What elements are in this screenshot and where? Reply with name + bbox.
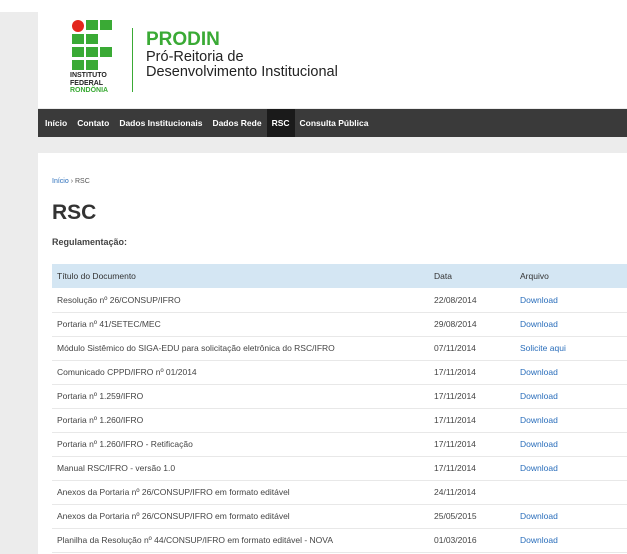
logo-red-dot	[72, 20, 84, 32]
download-link[interactable]: Solicite aqui	[520, 343, 566, 353]
document-title-cell: Portaria nº 1.260/IFRO	[52, 408, 429, 433]
document-date-cell: 17/11/2014	[429, 384, 515, 409]
document-date-cell: 01/03/2016	[429, 528, 515, 553]
page-title: RSC	[52, 201, 97, 224]
table-row: Planilha da Resolução nº 44/CONSUP/IFRO …	[52, 528, 627, 553]
table-row: Comunicado CPPD/IFRO nº 01/2014 17/11/201…	[52, 360, 627, 385]
download-link[interactable]: Download	[520, 463, 558, 473]
table-row: Módulo Sistêmico do SIGA-EDU para solici…	[52, 336, 627, 361]
nav-item-dados-rede[interactable]: Dados Rede	[207, 109, 266, 137]
table-header-row: Título do Documento Data Arquivo	[52, 264, 627, 288]
table-row: Portaria nº 41/SETEC/MEC 29/08/2014 Downlo…	[52, 312, 627, 337]
document-title-cell: Portaria nº 1.260/IFRO - Retificação	[52, 432, 429, 457]
document-date-cell: 17/11/2014	[429, 408, 515, 433]
download-link[interactable]: Download	[520, 367, 558, 377]
document-file-cell: Download	[515, 432, 627, 457]
table-row: Manual RSC/IFRO - versão 1.0 17/11/2014 Do…	[52, 456, 627, 481]
document-date-cell: 17/11/2014	[429, 432, 515, 457]
documents-table: Título do Documento Data Arquivo Resoluç…	[52, 264, 627, 553]
column-header-file: Arquivo	[515, 264, 627, 288]
document-title-cell: Resolução nº 26/CONSUP/IFRO	[52, 288, 429, 313]
download-link[interactable]: Download	[520, 535, 558, 545]
document-file-cell	[515, 480, 627, 505]
document-file-cell: Download	[515, 504, 627, 529]
brand-name: PRODIN	[146, 29, 220, 50]
site-header: INSTITUTO FEDERAL RONDÔNIA PRODIN Pró-Re…	[38, 12, 627, 108]
download-link[interactable]: Download	[520, 319, 558, 329]
document-title-cell: Anexos da Portaria nº 26/CONSUP/IFRO em …	[52, 480, 429, 505]
document-file-cell: Solicite aqui	[515, 336, 627, 361]
column-header-date: Data	[429, 264, 515, 288]
brand-block[interactable]: PRODIN Pró-Reitoria de Desenvolvimento I…	[146, 30, 338, 80]
section-subheading: Regulamentação:	[52, 237, 128, 247]
document-file-cell: Download	[515, 384, 627, 409]
document-title-cell: Manual RSC/IFRO - versão 1.0	[52, 456, 429, 481]
document-title-cell: Portaria nº 1.259/IFRO	[52, 384, 429, 409]
table-row: Portaria nº 1.260/IFRO 17/11/2014 Download	[52, 408, 627, 433]
breadcrumb-separator: ›	[70, 178, 74, 185]
document-title-cell: Anexos da Portaria nº 26/CONSUP/IFRO em …	[52, 504, 429, 529]
document-title-cell: Módulo Sistêmico do SIGA-EDU para solici…	[52, 336, 429, 361]
main-nav: Início Contato Dados Institucionais Dado…	[38, 109, 627, 137]
header-divider	[132, 28, 133, 92]
download-link[interactable]: Download	[520, 439, 558, 449]
nav-item-rsc[interactable]: RSC	[266, 109, 295, 137]
main-content: Início › RSC RSC Regulamentação: Título …	[38, 153, 627, 554]
table-row: Portaria nº 1.259/IFRO 17/11/2014 Download	[52, 384, 627, 409]
document-date-cell: 29/08/2014	[429, 312, 515, 337]
document-file-cell: Download	[515, 312, 627, 337]
document-date-cell: 24/11/2014	[429, 480, 515, 505]
table-row: Portaria nº 1.260/IFRO - Retificação 17/1…	[52, 432, 627, 457]
breadcrumb-home[interactable]: Início	[52, 178, 69, 185]
table-row: Resolução nº 26/CONSUP/IFRO 22/08/2014 Dow…	[52, 288, 627, 313]
download-link[interactable]: Download	[520, 415, 558, 425]
document-title-cell: Comunicado CPPD/IFRO nº 01/2014	[52, 360, 429, 385]
logo-institution-text: INSTITUTO FEDERAL RONDÔNIA	[70, 72, 109, 94]
document-file-cell: Download	[515, 456, 627, 481]
breadcrumb: Início › RSC	[52, 178, 90, 185]
document-title-cell: Portaria nº 41/SETEC/MEC	[52, 312, 429, 337]
column-header-title: Título do Documento	[52, 264, 429, 288]
download-link[interactable]: Download	[520, 295, 558, 305]
document-date-cell: 25/05/2015	[429, 504, 515, 529]
document-date-cell: 22/08/2014	[429, 288, 515, 313]
document-date-cell: 17/11/2014	[429, 360, 515, 385]
document-file-cell: Download	[515, 528, 627, 553]
breadcrumb-current: RSC	[74, 178, 90, 185]
download-link[interactable]: Download	[520, 391, 558, 401]
top-strip	[0, 0, 627, 12]
document-date-cell: 07/11/2014	[429, 336, 515, 361]
nav-item-inicio[interactable]: Início	[40, 109, 72, 137]
table-row: Anexos da Portaria nº 26/CONSUP/IFRO em …	[52, 504, 627, 529]
document-date-cell: 17/11/2014	[429, 456, 515, 481]
nav-item-dados-institucionais[interactable]: Dados Institucionais	[114, 109, 207, 137]
download-link[interactable]: Download	[520, 511, 558, 521]
table-row: Anexos da Portaria nº 26/CONSUP/IFRO em …	[52, 480, 627, 505]
nav-item-consulta-publica[interactable]: Consulta Pública	[295, 109, 374, 137]
brand-subtitle-1: Pró-Reitoria de	[146, 49, 244, 65]
document-file-cell: Download	[515, 408, 627, 433]
document-file-cell: Download	[515, 360, 627, 385]
nav-item-contato[interactable]: Contato	[72, 109, 114, 137]
document-title-cell: Planilha da Resolução nº 44/CONSUP/IFRO …	[52, 528, 429, 553]
document-file-cell: Download	[515, 288, 627, 313]
brand-subtitle-2: Desenvolvimento Institucional	[146, 64, 338, 80]
